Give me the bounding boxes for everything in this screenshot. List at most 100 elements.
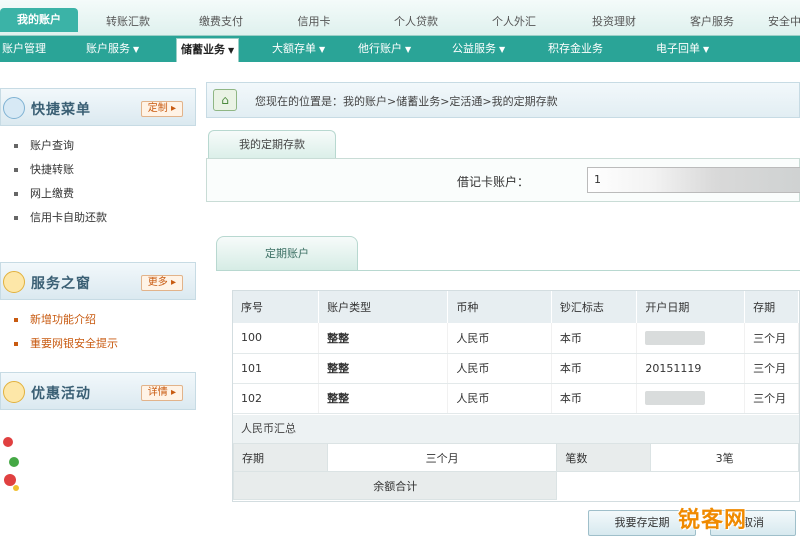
- table-header-row: 序号 账户类型 币种 钞汇标志 开户日期 存期: [233, 291, 799, 323]
- link-security-tips[interactable]: 重要网银安全提示: [0, 332, 196, 356]
- link-online-payment[interactable]: 网上缴费: [0, 182, 196, 206]
- summary-row: 余额合计: [232, 471, 799, 500]
- cell-term: 三个月: [744, 353, 799, 384]
- watermark-logo: 锐客网: [678, 508, 748, 533]
- summary-total-label: 余额合计: [232, 471, 558, 500]
- cell-flag: 本币: [551, 353, 638, 384]
- summary-table: 存期 三个月 笔数 3笔 余额合计: [232, 443, 799, 500]
- tab-personal-loan[interactable]: 个人贷款: [376, 10, 456, 34]
- summary-row: 存期 三个月 笔数 3笔: [233, 443, 799, 472]
- cell-open-date: [636, 383, 746, 414]
- quick-menu-title: 快捷菜单: [31, 102, 91, 118]
- quick-links: 账户查询 快捷转账 网上缴费 信用卡自助还款: [0, 134, 196, 230]
- chevron-down-icon: ▼: [499, 45, 506, 54]
- subnav-label: 公益服务: [452, 42, 496, 55]
- promo-icon: [3, 381, 25, 403]
- tab-transfer[interactable]: 转账汇款: [88, 10, 168, 34]
- cell-currency: 人民币: [447, 353, 552, 384]
- promo-header: 优惠活动 详情 ▸: [0, 372, 196, 410]
- debit-account-select[interactable]: 1: [587, 167, 800, 193]
- summary-term-value: 三个月: [326, 443, 558, 472]
- tab-investment[interactable]: 投资理财: [576, 10, 652, 34]
- tab-credit-card[interactable]: 信用卡: [278, 10, 350, 34]
- more-button[interactable]: 更多 ▸: [140, 275, 183, 291]
- debit-account-label: 借记卡账户：: [457, 175, 530, 189]
- cell-no: 101: [233, 353, 320, 384]
- quick-menu-icon: [3, 97, 25, 119]
- details-button[interactable]: 详情 ▸: [140, 385, 183, 401]
- customize-label: 定制: [147, 103, 168, 114]
- deposit-table: 序号 账户类型 币种 钞汇标志 开户日期 存期 100 整整 人民币 本币 三个…: [233, 291, 799, 414]
- col-term: 存期: [744, 291, 799, 323]
- cell-type: 整整: [318, 383, 449, 414]
- tab-time-accounts[interactable]: 定期账户: [216, 236, 358, 270]
- tab-my-account[interactable]: 我的账户: [0, 8, 78, 32]
- tab-payment[interactable]: 缴费支付: [178, 10, 264, 34]
- breadcrumb: ⌂ 您现在的位置是：我的账户>储蓄业务>定活通>我的定期存款: [206, 82, 800, 118]
- subnav-e-receipt[interactable]: 电子回单 ▼: [656, 36, 709, 62]
- tab-divider: [216, 270, 800, 271]
- chevron-down-icon: ▼: [405, 45, 412, 54]
- customize-button[interactable]: 定制 ▸: [140, 101, 183, 117]
- subnav-gold[interactable]: 积存金业务: [548, 36, 603, 62]
- subnav-label: 大额存单: [272, 42, 316, 55]
- service-icon: [3, 271, 25, 293]
- col-type: 账户类型: [318, 291, 449, 323]
- tab-customer-service[interactable]: 客户服务: [672, 10, 752, 34]
- subnav-account-services[interactable]: 账户服务 ▼: [86, 36, 139, 62]
- quick-menu-header: 快捷菜单 定制 ▸: [0, 88, 196, 126]
- tab-my-time-deposit[interactable]: 我的定期存款: [208, 130, 336, 158]
- summary-total-value: [557, 472, 799, 500]
- subnav-label: 电子回单: [656, 42, 700, 55]
- table-row[interactable]: 101 整整 人民币 本币 20151119 三个月: [233, 353, 799, 384]
- cell-term: 三个月: [744, 323, 799, 354]
- cell-currency: 人民币: [447, 323, 552, 354]
- chevron-down-icon: ▼: [703, 45, 710, 54]
- link-credit-repay[interactable]: 信用卡自助还款: [0, 206, 196, 230]
- service-links: 新增功能介绍 重要网银安全提示: [0, 308, 196, 356]
- details-label: 详情: [147, 387, 168, 398]
- debit-account-value: 1: [594, 173, 601, 186]
- link-account-query[interactable]: 账户查询: [0, 134, 196, 158]
- rmb-summary-title: 人民币汇总: [233, 415, 799, 443]
- chevron-down-icon: ▼: [319, 45, 326, 54]
- chevron-down-icon: ▼: [228, 46, 235, 55]
- subnav-label: 账户管理: [2, 42, 46, 55]
- col-flag: 钞汇标志: [551, 291, 638, 323]
- col-currency: 币种: [447, 291, 552, 323]
- promo-title: 优惠活动: [31, 386, 91, 402]
- summary-count-value: 3笔: [650, 443, 799, 472]
- link-new-features[interactable]: 新增功能介绍: [0, 308, 196, 332]
- home-icon[interactable]: ⌂: [213, 89, 237, 111]
- tab-security[interactable]: 安全中心: [760, 10, 800, 34]
- summary-count-label: 笔数: [556, 443, 652, 472]
- cell-flag: 本币: [551, 383, 638, 414]
- sub-navigation: 账户管理 账户服务 ▼ 储蓄业务 ▼ 大额存单 ▼ 他行账户 ▼ 公益服务 ▼ 积存金业务…: [0, 36, 800, 62]
- cell-no: 100: [233, 323, 320, 354]
- subnav-large-deposit[interactable]: 大额存单 ▼: [272, 36, 325, 62]
- subnav-other-bank[interactable]: 他行账户 ▼: [358, 36, 411, 62]
- link-quick-transfer[interactable]: 快捷转账: [0, 158, 196, 182]
- service-header: 服务之窗 更多 ▸: [0, 262, 196, 300]
- subnav-label: 他行账户: [358, 42, 402, 55]
- more-label: 更多: [147, 277, 168, 288]
- redacted-date: [645, 391, 706, 405]
- cell-term: 三个月: [744, 383, 799, 414]
- chevron-down-icon: ▼: [133, 45, 140, 54]
- subnav-label: 账户服务: [86, 42, 130, 55]
- sidebar: 快捷菜单 定制 ▸ 账户查询 快捷转账 网上缴费 信用卡自助还款 服务之窗 更多…: [0, 62, 196, 550]
- subnav-public-service[interactable]: 公益服务 ▼: [452, 36, 505, 62]
- tab-personal-forex[interactable]: 个人外汇: [472, 10, 556, 34]
- cell-type: 整整: [318, 323, 449, 354]
- table-row[interactable]: 100 整整 人民币 本币 三个月: [233, 323, 799, 354]
- table-row[interactable]: 102 整整 人民币 本币 三个月: [233, 383, 799, 414]
- redacted-date: [645, 330, 706, 345]
- subnav-savings[interactable]: 储蓄业务 ▼: [176, 38, 240, 62]
- deposit-table-panel: 序号 账户类型 币种 钞汇标志 开户日期 存期 100 整整 人民币 本币 三个…: [232, 290, 800, 502]
- cell-flag: 本币: [551, 323, 638, 354]
- breadcrumb-path: 您现在的位置是：我的账户>储蓄业务>定活通>我的定期存款: [255, 95, 558, 108]
- summary-term-label: 存期: [233, 443, 328, 472]
- subnav-account-management[interactable]: 账户管理: [2, 36, 46, 62]
- cell-open-date: 20151119: [636, 353, 746, 384]
- cell-currency: 人民币: [447, 383, 552, 414]
